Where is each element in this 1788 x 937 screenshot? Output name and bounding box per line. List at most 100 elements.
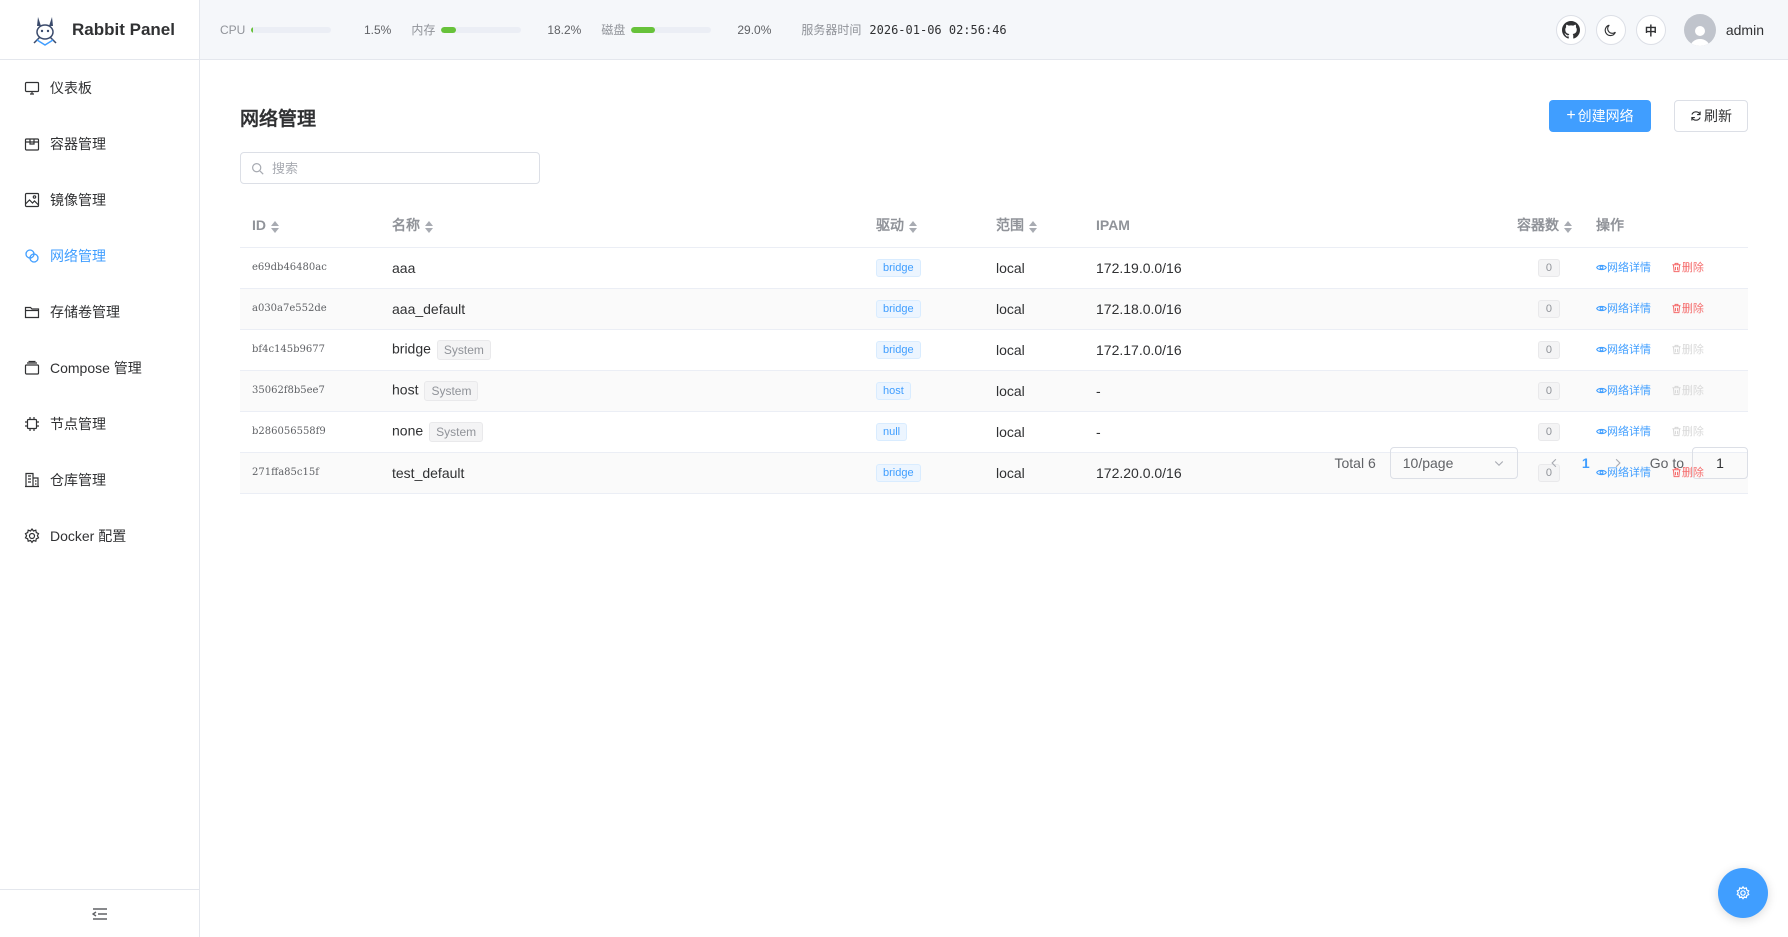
delete-label: 删除 — [1681, 385, 1704, 398]
driver-cell: bridge — [864, 288, 984, 330]
network-name: test_default — [392, 464, 465, 481]
collapse-sidebar-button[interactable] — [0, 889, 199, 937]
delete-network-button[interactable]: 删除 — [1671, 259, 1704, 275]
driver-tag: null — [876, 423, 908, 441]
system-tag: System — [429, 421, 484, 442]
delete-network-button[interactable]: 删除 — [1671, 382, 1704, 398]
delete-label: 删除 — [1681, 344, 1704, 357]
network-id: bf4c145b9677 — [240, 329, 380, 371]
network-detail-button[interactable]: 网络详情 — [1596, 259, 1651, 275]
search-input[interactable] — [272, 160, 522, 176]
rabbit-logo-icon — [33, 16, 57, 46]
col-actions-header: 操作 — [1584, 204, 1748, 248]
network-name-cell: test_default — [380, 452, 864, 494]
scope-cell: local — [984, 411, 1084, 453]
brand[interactable]: Rabbit Panel — [0, 0, 199, 60]
col-ipam-header: IPAM — [1084, 204, 1488, 248]
settings-float-button[interactable] — [1718, 868, 1768, 918]
page-size-select[interactable]: 10/page — [1389, 447, 1518, 479]
building-icon — [24, 472, 40, 488]
driver-cell: host — [864, 370, 984, 412]
disk-stat: 磁盘 29.0% — [601, 21, 771, 38]
progress-fill — [441, 26, 456, 33]
table-row: a030a7e552de aaa_default bridge local 17… — [240, 288, 1748, 330]
network-id: b286056558f9 — [240, 411, 380, 453]
sidebar-item-registry[interactable]: 仓库管理 — [0, 452, 199, 508]
github-icon — [1561, 21, 1580, 39]
sidebar-item-networks[interactable]: 网络管理 — [0, 228, 199, 284]
create-network-label: 创建网络 — [1577, 108, 1634, 124]
scope-cell: local — [984, 329, 1084, 371]
network-detail-button[interactable]: 网络详情 — [1596, 300, 1651, 316]
detail-label: 网络详情 — [1607, 426, 1651, 439]
detail-label: 网络详情 — [1607, 344, 1651, 357]
driver-tag: host — [876, 382, 911, 400]
create-network-button[interactable]: + 创建网络 — [1549, 100, 1651, 132]
delete-network-button[interactable]: 删除 — [1671, 423, 1704, 439]
trash-icon — [1672, 262, 1681, 272]
system-tag: System — [436, 339, 491, 360]
network-detail-button[interactable]: 网络详情 — [1596, 382, 1651, 398]
scope-cell: local — [984, 370, 1084, 412]
eye-icon — [1596, 305, 1607, 311]
delete-network-button[interactable]: 删除 — [1671, 300, 1704, 316]
network-detail-button[interactable]: 网络详情 — [1596, 341, 1651, 357]
sidebar-item-docker-config[interactable]: Docker 配置 — [0, 508, 199, 564]
col-id-header[interactable]: ID — [240, 204, 380, 248]
delete-label: 删除 — [1681, 262, 1704, 275]
network-detail-button[interactable]: 网络详情 — [1596, 423, 1651, 439]
pagination-total: Total 6 — [1334, 455, 1376, 471]
col-label: IPAM — [1096, 217, 1130, 234]
table-row: bf4c145b9677 bridge System bridge local 1… — [240, 329, 1748, 371]
sidebar-item-images[interactable]: 镜像管理 — [0, 172, 199, 228]
sidebar-item-dashboard[interactable]: 仪表板 — [0, 60, 199, 116]
col-scope-header[interactable]: 范围 — [984, 204, 1084, 248]
col-driver-header[interactable]: 驱动 — [864, 204, 984, 248]
sidebar-item-label: Docker 配置 — [50, 528, 127, 544]
monitor-icon — [24, 80, 40, 96]
search-icon — [252, 162, 264, 175]
sidebar-item-label: Compose 管理 — [50, 360, 142, 376]
network-name: host — [392, 381, 419, 398]
delete-network-button[interactable]: 删除 — [1671, 341, 1704, 357]
chevron-left-icon — [1551, 458, 1557, 468]
refresh-button[interactable]: 刷新 — [1674, 100, 1748, 132]
sidebar-item-label: 仓库管理 — [50, 472, 106, 488]
goto-input[interactable]: 1 — [1692, 447, 1748, 479]
goto-label: Go to — [1649, 455, 1684, 471]
actions-cell: 网络详情 删除 — [1584, 288, 1748, 330]
github-button[interactable] — [1555, 15, 1586, 45]
col-containers-header[interactable]: 容器数 — [1488, 204, 1584, 248]
folder-icon — [24, 304, 40, 320]
actions-cell: 网络详情 删除 — [1584, 247, 1748, 289]
sidebar-item-volumes[interactable]: 存储卷管理 — [0, 284, 199, 340]
prev-page-button[interactable] — [1542, 455, 1566, 471]
avatar[interactable] — [1683, 14, 1716, 46]
eye-icon — [1596, 264, 1607, 270]
sidebar-item-containers[interactable]: 容器管理 — [0, 116, 199, 172]
delete-label: 删除 — [1681, 426, 1704, 439]
ipam-cell: 172.17.0.0/16 — [1084, 329, 1488, 371]
table-row: e69db46480ac aaa bridge local 172.19.0.0… — [240, 247, 1748, 289]
next-page-button[interactable] — [1606, 455, 1630, 471]
sidebar-item-compose[interactable]: Compose 管理 — [0, 340, 199, 396]
pagination: Total 6 10/page 1 Go to 1 — [1334, 447, 1748, 479]
container-count-cell: 0 — [1488, 370, 1584, 412]
username[interactable]: admin — [1726, 22, 1764, 38]
col-name-header[interactable]: 名称 — [380, 204, 864, 248]
search-box[interactable] — [240, 152, 540, 184]
container-count: 0 — [1537, 259, 1560, 277]
eye-icon — [1596, 346, 1607, 352]
page-number[interactable]: 1 — [1566, 455, 1606, 471]
trash-icon — [1672, 426, 1681, 436]
trash-icon — [1672, 344, 1681, 354]
progress-fill — [251, 26, 253, 33]
sort-icon — [1029, 220, 1037, 233]
dark-mode-toggle[interactable] — [1595, 15, 1626, 45]
language-toggle[interactable]: 中 — [1635, 15, 1666, 45]
scope-cell: local — [984, 452, 1084, 494]
detail-label: 网络详情 — [1607, 303, 1651, 316]
server-time-label: 服务器时间 — [801, 23, 862, 37]
sidebar-item-nodes[interactable]: 节点管理 — [0, 396, 199, 452]
detail-label: 网络详情 — [1607, 385, 1651, 398]
